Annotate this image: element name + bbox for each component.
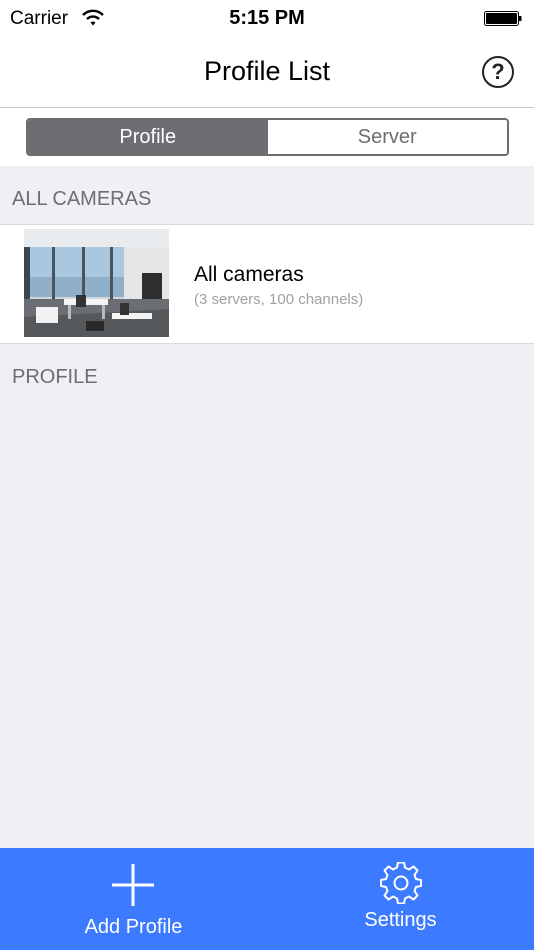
page-title: Profile List bbox=[203, 56, 331, 86]
segment-bar: Profile Server bbox=[0, 108, 534, 166]
section-header-all-cameras: ALL CAMERAS bbox=[12, 188, 152, 210]
help-button[interactable]: ? bbox=[482, 56, 514, 88]
row-subtitle: (3 servers, 100 channels) bbox=[194, 291, 364, 308]
add-profile-label: Add Profile bbox=[84, 916, 183, 938]
camera-thumbnail bbox=[24, 229, 169, 337]
help-icon: ? bbox=[491, 59, 505, 84]
gear-icon bbox=[380, 862, 422, 904]
segmented-control: Profile Server bbox=[26, 118, 509, 156]
row-title: All cameras bbox=[194, 263, 304, 286]
section-header-profile: PROFILE bbox=[12, 366, 98, 388]
segment-profile[interactable]: Profile bbox=[28, 120, 268, 154]
plus-icon bbox=[112, 864, 154, 906]
settings-button[interactable]: Settings bbox=[267, 848, 534, 950]
battery-icon bbox=[484, 11, 522, 26]
status-bar: Carrier 5:15 PM bbox=[0, 0, 534, 40]
navigation-bar: Profile List ? bbox=[0, 40, 534, 108]
bottom-toolbar: Add Profile Settings bbox=[0, 848, 534, 950]
all-cameras-row[interactable]: All cameras (3 servers, 100 channels) bbox=[0, 224, 534, 344]
add-profile-button[interactable]: Add Profile bbox=[0, 848, 267, 950]
segment-server[interactable]: Server bbox=[267, 120, 507, 154]
status-time: 5:15 PM bbox=[229, 7, 305, 29]
settings-label: Settings bbox=[364, 909, 437, 931]
